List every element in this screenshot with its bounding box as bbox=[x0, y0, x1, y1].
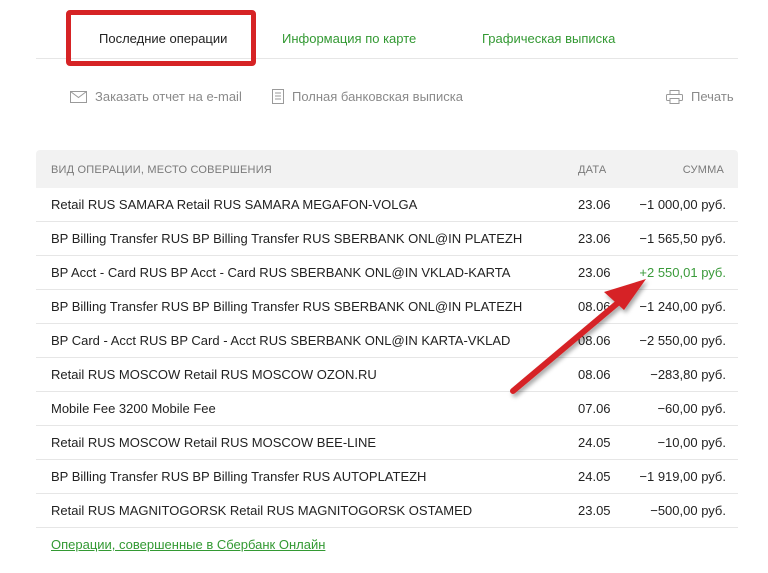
sberbank-online-operations-link[interactable]: Операции, совершенные в Сбербанк Онлайн bbox=[51, 537, 325, 552]
date-cell: 23.06 bbox=[578, 197, 611, 212]
table-row[interactable]: BP Card - Acct RUS BP Card - Acct RUS SB… bbox=[36, 324, 738, 358]
amount-cell: +2 550,01 руб. bbox=[639, 265, 726, 280]
email-report-link[interactable]: Заказать отчет на e-mail bbox=[70, 89, 242, 104]
date-cell: 24.05 bbox=[578, 469, 611, 484]
table-row[interactable]: Retail RUS MAGNITOGORSK Retail RUS MAGNI… bbox=[36, 494, 738, 528]
table-row[interactable]: Retail RUS SAMARA Retail RUS SAMARA MEGA… bbox=[36, 188, 738, 222]
header-date: ДАТА bbox=[578, 164, 607, 176]
amount-cell: −1 565,50 руб. bbox=[639, 231, 726, 246]
table-row[interactable]: BP Billing Transfer RUS BP Billing Trans… bbox=[36, 460, 738, 494]
amount-cell: −500,00 руб. bbox=[650, 503, 726, 518]
operation-cell: Mobile Fee 3200 Mobile Fee bbox=[51, 401, 216, 416]
date-cell: 08.06 bbox=[578, 367, 611, 382]
operation-cell: BP Card - Acct RUS BP Card - Acct RUS SB… bbox=[51, 333, 511, 348]
email-report-label: Заказать отчет на e-mail bbox=[95, 89, 242, 104]
operation-cell: BP Billing Transfer RUS BP Billing Trans… bbox=[51, 299, 523, 314]
table-row[interactable]: Retail RUS MOSCOW Retail RUS MOSCOW OZON… bbox=[36, 358, 738, 392]
operation-cell: Retail RUS MOSCOW Retail RUS MOSCOW OZON… bbox=[51, 367, 377, 382]
date-cell: 07.06 bbox=[578, 401, 611, 416]
highlight-annotation-box bbox=[66, 10, 256, 66]
header-operation: ВИД ОПЕРАЦИИ, МЕСТО СОВЕРШЕНИЯ bbox=[51, 164, 272, 176]
tab-card-info[interactable]: Информация по карте bbox=[282, 31, 416, 46]
date-cell: 23.06 bbox=[578, 231, 611, 246]
printer-icon bbox=[666, 89, 683, 104]
full-statement-label: Полная банковская выписка bbox=[292, 89, 463, 104]
operation-cell: BP Billing Transfer RUS BP Billing Trans… bbox=[51, 469, 427, 484]
table-row[interactable]: BP Billing Transfer RUS BP Billing Trans… bbox=[36, 290, 738, 324]
amount-cell: −1 000,00 руб. bbox=[639, 197, 726, 212]
operation-cell: Retail RUS SAMARA Retail RUS SAMARA MEGA… bbox=[51, 197, 418, 212]
table-row[interactable]: Mobile Fee 3200 Mobile Fee 07.06 −60,00 … bbox=[36, 392, 738, 426]
full-statement-link[interactable]: Полная банковская выписка bbox=[272, 89, 463, 104]
print-label: Печать bbox=[691, 89, 734, 104]
tab-graphic-statement[interactable]: Графическая выписка bbox=[482, 31, 615, 46]
table-row[interactable]: Retail RUS MOSCOW Retail RUS MOSCOW BEE-… bbox=[36, 426, 738, 460]
print-link[interactable]: Печать bbox=[666, 89, 734, 104]
table-row[interactable]: BP Billing Transfer RUS BP Billing Trans… bbox=[36, 222, 738, 256]
amount-cell: −1 240,00 руб. bbox=[639, 299, 726, 314]
document-icon bbox=[272, 89, 284, 104]
table-header: ВИД ОПЕРАЦИИ, МЕСТО СОВЕРШЕНИЯ ДАТА СУММ… bbox=[36, 150, 738, 188]
operation-cell: Retail RUS MAGNITOGORSK Retail RUS MAGNI… bbox=[51, 503, 473, 518]
date-cell: 08.06 bbox=[578, 333, 611, 348]
operations-table: ВИД ОПЕРАЦИИ, МЕСТО СОВЕРШЕНИЯ ДАТА СУММ… bbox=[36, 150, 738, 528]
amount-cell: −1 919,00 руб. bbox=[639, 469, 726, 484]
amount-cell: −2 550,00 руб. bbox=[639, 333, 726, 348]
operation-cell: Retail RUS MOSCOW Retail RUS MOSCOW BEE-… bbox=[51, 435, 377, 450]
amount-cell: −60,00 руб. bbox=[657, 401, 726, 416]
table-row[interactable]: BP Acct - Card RUS BP Acct - Card RUS SB… bbox=[36, 256, 738, 290]
header-amount: СУММА bbox=[682, 164, 724, 176]
date-cell: 23.05 bbox=[578, 503, 611, 518]
amount-cell: −283,80 руб. bbox=[650, 367, 726, 382]
amount-cell: −10,00 руб. bbox=[657, 435, 726, 450]
date-cell: 24.05 bbox=[578, 435, 611, 450]
date-cell: 23.06 bbox=[578, 265, 611, 280]
date-cell: 08.06 bbox=[578, 299, 611, 314]
envelope-icon bbox=[70, 90, 87, 103]
operation-cell: BP Acct - Card RUS BP Acct - Card RUS SB… bbox=[51, 265, 511, 280]
operation-cell: BP Billing Transfer RUS BP Billing Trans… bbox=[51, 231, 523, 246]
